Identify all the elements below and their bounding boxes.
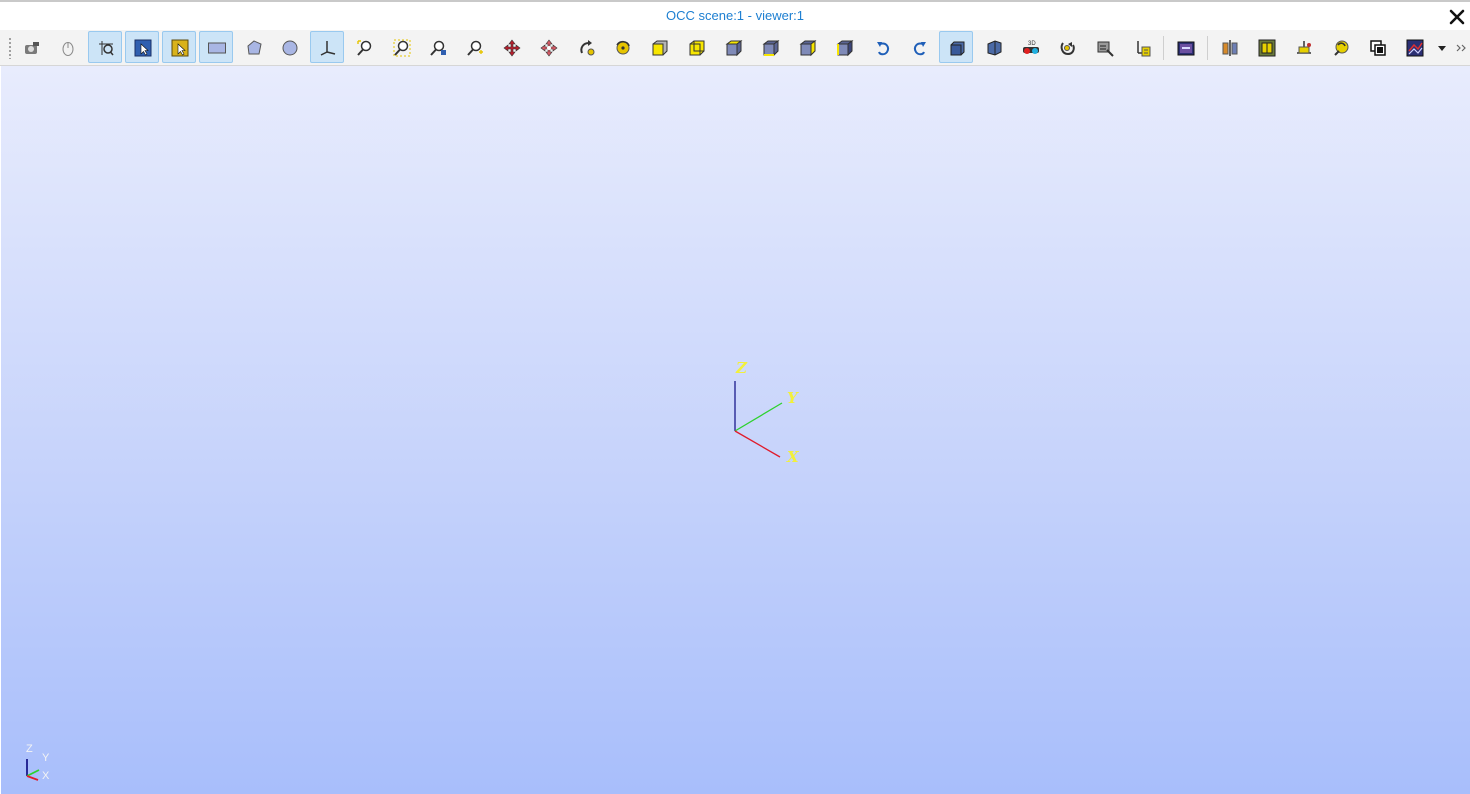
rotation-point-button[interactable]: [605, 31, 639, 63]
view-top-icon: [725, 40, 743, 57]
orthographic-icon: [950, 41, 965, 56]
view-right-button[interactable]: [827, 31, 861, 63]
toolbar-grip[interactable]: [8, 37, 12, 59]
circle-icon: [282, 40, 298, 56]
clone-view-button[interactable]: [1360, 31, 1394, 63]
trihedron-icon: [1137, 41, 1151, 57]
select-yellow-icon: [171, 39, 189, 57]
sync-view-icon: [1406, 39, 1424, 57]
title-bar: OCC scene:1 - viewer:1: [0, 0, 1470, 30]
rotate-cw-icon: [913, 42, 926, 56]
sync-view-button[interactable]: [1397, 31, 1431, 63]
view-left-icon: [799, 40, 817, 57]
dump-view-button[interactable]: [1168, 31, 1202, 63]
svg-text:3D: 3D: [1028, 41, 1036, 47]
zoom-fit-button[interactable]: [420, 31, 454, 63]
trihedron-button[interactable]: [1124, 31, 1158, 63]
rotation-point-icon: [616, 40, 630, 55]
zoom-fit-icon: [430, 40, 446, 56]
y-axis-line: [734, 402, 783, 432]
select-icon: [99, 41, 114, 56]
mini-z-label: Z: [26, 743, 33, 755]
zoom-selected-icon: [467, 40, 483, 56]
clipping-planes-icon: [1258, 39, 1276, 57]
mini-y-label: Y: [42, 752, 50, 764]
mouse-button[interactable]: [50, 31, 84, 63]
axis-icon: [320, 41, 336, 56]
mini-trihedron: [26, 759, 40, 781]
zoom-selected-button[interactable]: [457, 31, 491, 63]
scale-icon: [1297, 41, 1311, 54]
close-button[interactable]: [1446, 6, 1468, 28]
polygon-select-button[interactable]: [236, 31, 270, 63]
select-box-button[interactable]: [125, 31, 159, 63]
pan-icon: [503, 39, 521, 57]
more-icon: [1456, 44, 1466, 52]
toolbar-more-button[interactable]: [1452, 31, 1470, 63]
select-box-icon: [134, 39, 152, 57]
view-back-button[interactable]: [679, 31, 713, 63]
view-left-button[interactable]: [790, 31, 824, 63]
global-pan-icon: [540, 39, 558, 57]
graduated-axes-button[interactable]: [1087, 31, 1121, 63]
y-axis-label: Y: [787, 389, 798, 407]
stereo-3d-icon: 3D: [1023, 41, 1039, 54]
viewer-toolbar: 3D: [0, 30, 1470, 66]
dropdown-arrow-icon: [1438, 46, 1446, 51]
mini-x-label: X: [42, 770, 50, 782]
circle-select-button[interactable]: [272, 31, 306, 63]
view-front-button[interactable]: [642, 31, 676, 63]
rotate-ccw-icon: [877, 42, 890, 56]
global-pan-button[interactable]: [531, 31, 565, 63]
reset-view-button[interactable]: [1050, 31, 1084, 63]
mouse-icon: [62, 42, 74, 56]
zoom-window-button[interactable]: [384, 31, 418, 63]
rotate-button[interactable]: [569, 31, 603, 63]
pan-button[interactable]: [494, 31, 528, 63]
reset-view-icon: [1060, 42, 1075, 56]
fit-all-button[interactable]: [14, 31, 48, 63]
polygon-icon: [247, 40, 262, 55]
select-yellow-button[interactable]: [162, 31, 196, 63]
perspective-button[interactable]: [976, 31, 1010, 63]
view-back-icon: [689, 40, 705, 56]
rotate-ccw-button[interactable]: [865, 31, 899, 63]
clipping-planes-button[interactable]: [1249, 31, 1283, 63]
zoom-icon: [357, 40, 372, 56]
graduated-axes-icon: [1097, 41, 1114, 57]
rotate-icon: [580, 40, 595, 56]
dump-view-icon: [1177, 41, 1195, 56]
rotate-cw-button[interactable]: [902, 31, 936, 63]
close-icon: [1449, 9, 1465, 25]
fit-all-icon: [25, 42, 39, 54]
toolbar-separator: [1163, 36, 1164, 60]
axis-button[interactable]: [310, 31, 344, 63]
scale-button[interactable]: [1286, 31, 1320, 63]
view-bottom-button[interactable]: [753, 31, 787, 63]
illuminate-button[interactable]: [1323, 31, 1357, 63]
zoom-window-icon: [393, 39, 411, 57]
clipping-icon: [1222, 40, 1238, 56]
select-button[interactable]: [88, 31, 122, 63]
rectangle-icon: [208, 42, 226, 54]
view-right-icon: [836, 40, 854, 57]
clipping-button[interactable]: [1212, 31, 1246, 63]
rectangle-select-button[interactable]: [199, 31, 233, 63]
x-axis-label: X: [787, 448, 799, 466]
z-axis-label: Z: [736, 359, 747, 377]
illuminate-icon: [1334, 40, 1349, 56]
view-bottom-icon: [762, 40, 780, 57]
view-front-icon: [652, 40, 668, 56]
clone-view-icon: [1370, 40, 1386, 56]
perspective-icon: [987, 40, 1002, 56]
stereo-3d-button[interactable]: 3D: [1013, 31, 1047, 63]
x-axis-line: [734, 430, 781, 458]
view-top-button[interactable]: [716, 31, 750, 63]
toolbar-dropdown-button[interactable]: [1430, 31, 1450, 63]
orthographic-button[interactable]: [939, 31, 973, 63]
3d-viewport[interactable]: Z Y X Z Y X: [1, 66, 1470, 794]
zoom-button[interactable]: [347, 31, 381, 63]
toolbar-separator: [1207, 36, 1208, 60]
window-title: OCC scene:1 - viewer:1: [666, 8, 804, 23]
